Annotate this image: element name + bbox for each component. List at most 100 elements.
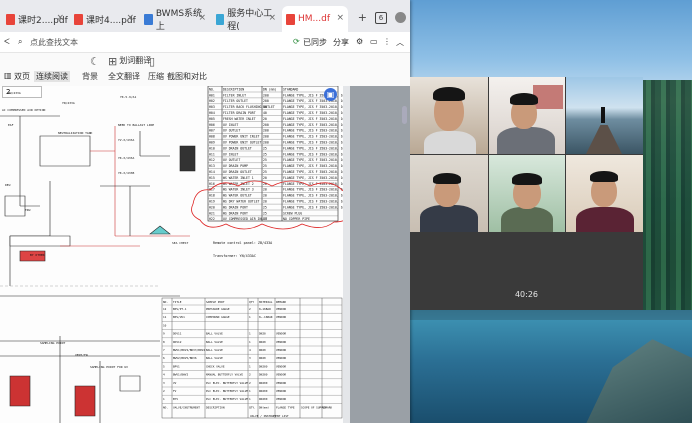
search-icon[interactable]: ⌕ [18,37,22,47]
assistant-button[interactable]: ▣ [324,88,337,101]
bom-cell: PRESSURE GAUGE [206,307,230,311]
spec-header: STANDARD [283,88,298,92]
spec-cell: 25 [263,152,267,156]
cad-label: SEA CHEST [172,241,188,245]
screenshot-compare-button[interactable]: 截图和对比 [167,71,207,82]
bom-cell: 1 [249,332,251,336]
close-icon[interactable]: × [198,13,206,23]
back-icon[interactable]: ᐸ [4,37,10,46]
tab-pdf-2[interactable]: 课时4....pdf × [70,6,138,32]
cad-label: NEUTRALIZATION TANK [58,131,93,135]
bom-cell: 8 [163,340,165,344]
bom-cell: DN20 [259,348,266,352]
cad-label: SAMPLING POINT FOR UV [90,365,128,369]
service-icon [216,13,225,25]
spec-cell: 25 [263,170,267,174]
spec-cell: H19 [209,200,215,204]
sync-status[interactable]: 已同步 [303,37,327,48]
call-timer: 40:26 [514,290,539,299]
spec-cell: FLANGE TYPE, JIS F 3503-2010, 10K [283,200,343,204]
participant-tile-6[interactable] [566,155,643,232]
document-view[interactable]: 2 NO. DESCRIPTION DN (mm) STANDARD H01 F… [0,86,410,423]
reader-toolbar: ☾ ⊞ 划词翻译 ▯ ▥ 双页 连续阅读 背景 全文翻译 压缩 截图和对比 [0,53,410,87]
spec-cell: H13 [209,164,215,168]
spec-cell: FLANGE TYPE, JIS F 3503-2010, 10K [283,158,343,162]
cad-label: SAMPLING POINT [40,341,65,345]
close-icon[interactable]: × [336,13,344,23]
background-button[interactable]: 背景 [82,71,98,82]
participant-tile-5[interactable] [489,155,565,232]
bom-cell: BPS/UV1 [173,315,185,319]
bom-cell: BPS/PT-1 [173,307,187,311]
bom-cell: 1 [249,364,251,368]
cad-label: DW/433A [8,91,21,95]
page-gutter [343,86,350,423]
cad-label: YK-X/433A [118,156,134,160]
bom-header: REMARK [276,300,286,304]
cad-label: YV-X/433A [118,138,134,142]
bom-cell: BWV1/BWV2 [173,373,188,377]
spec-cell: WS DRY WATER OUTLET [223,200,260,204]
sync-icon: ⟳ [293,37,300,46]
bom-cell: BALL VALVE [206,340,223,344]
spec-cell: UV DRAIN OUTLET [223,146,252,150]
more-icon[interactable]: ⋮ [383,37,391,46]
participant-tile-3[interactable] [566,77,643,154]
compress-button[interactable]: 压缩 [148,71,164,82]
tabbar-controls: + 6 [358,11,406,24]
bom-cell: 2 [249,373,251,377]
spec-cell: 20 [263,200,267,204]
spec-cell: FILTER OUTLET [223,99,248,103]
close-icon[interactable]: × [268,13,276,23]
participant-tile-4[interactable] [410,155,488,232]
close-icon[interactable]: × [126,13,134,23]
full-translate-button[interactable]: 全文翻译 [108,71,140,82]
tab-pdf-1[interactable]: 课时2....pdf × [2,6,68,32]
spec-header: NO. [209,88,215,92]
spec-cell: H01 [209,93,215,97]
participant-tile-1[interactable] [410,77,488,154]
chat-icon[interactable]: ▭ [370,37,378,46]
tab-hm-pdf[interactable]: HM...df × [282,6,348,32]
new-tab-button[interactable]: + [358,11,367,24]
spec-cell: FILTER DRAIN PORT [223,111,256,115]
spec-cell: 20 [263,188,267,192]
spec-cell: UV INLET [223,152,238,156]
participant-tile-2[interactable] [489,77,565,154]
close-icon[interactable]: × [56,13,64,23]
spec-cell: UV COMPRESSED AIR INLET [223,217,267,221]
scroll-translate-button[interactable]: ⊞ 划词翻译 [108,55,151,68]
double-page-button[interactable]: 双页 [14,71,30,82]
bookmark-button[interactable]: ▯ [149,55,155,68]
continuous-read-button[interactable]: 连续阅读 [34,71,70,82]
tab-web[interactable]: BWMS系统上 × [140,6,210,32]
bom-cell: 0~-16BAR [259,315,273,319]
spec-cell: WS DRAIN PORT [223,205,248,209]
night-mode-button[interactable]: ☾ [90,55,100,68]
collapse-icon[interactable]: ︿ [396,37,404,48]
settings-icon[interactable]: ⚙ [356,37,363,46]
spec-cell: H21 [209,211,215,215]
spec-cell: UV OUTLET [223,129,240,133]
spec-cell: 200 [263,135,269,139]
search-input[interactable]: 点此查找文本 [30,37,78,48]
share-button[interactable]: 分享 [333,37,349,48]
bom-cell: VENDOR [276,397,286,401]
spec-cell: WS WATER INLET 3 [223,188,254,192]
bom-cell: 4 [163,373,165,377]
tab-service[interactable]: 服务中心工程( × [212,6,280,32]
bom-cell: 2 [163,389,165,393]
spec-cell: H06 [209,123,215,127]
spec-cell: FILTER INLET [223,93,246,97]
spec-cell: SCREW PLUG [283,211,302,215]
single-page-icon[interactable]: ▥ [4,71,12,80]
scrollbar[interactable] [402,106,407,124]
spec-cell: 25 [263,164,267,168]
avatar[interactable] [395,12,406,23]
bom-cell: 2 [249,381,251,385]
spec-cell: FLANGE TYPE, JIS F 3503-2010, 10K [283,117,343,121]
tab-count-badge[interactable]: 6 [375,11,387,24]
spec-cell: FRESH WATER INLET [223,117,256,121]
spec-cell: H18 [209,194,215,198]
bom-cell: VENDOR [276,381,286,385]
